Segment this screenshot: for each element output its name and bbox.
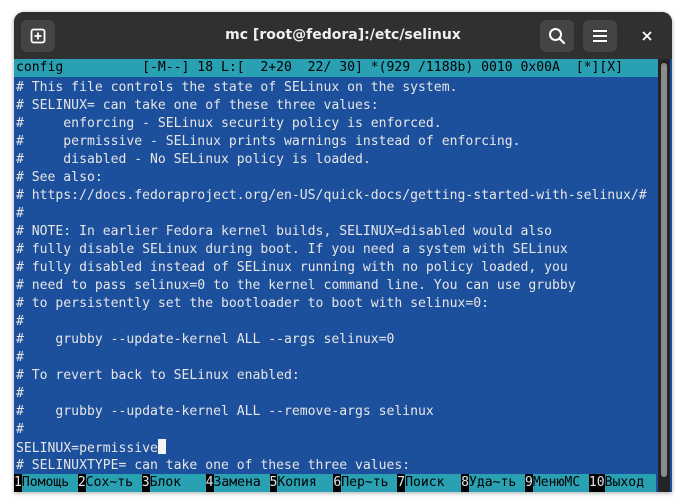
function-key-f6[interactable]: 6 Пер~ть: [333, 474, 398, 492]
hamburger-menu-icon: [593, 30, 607, 42]
function-key-label: МенюMC: [532, 474, 589, 492]
function-key-f4[interactable]: 4 Замена: [205, 474, 270, 492]
function-key-f5[interactable]: 5 Копия: [269, 474, 334, 492]
editor-line-text: # disabled - No SELinux policy is loaded…: [16, 152, 371, 167]
editor-line-text: # fully disabled instead of SELinux runn…: [16, 260, 568, 275]
editor-line-text: # https://docs.fedoraproject.org/en-US/q…: [16, 188, 647, 203]
editor-line-text: #: [16, 386, 24, 401]
editor-line: # grubby --update-kernel ALL --args seli…: [16, 331, 656, 349]
editor-line-text: # This file controls the state of SELinu…: [16, 80, 458, 95]
function-key-f3[interactable]: 3 Блок: [141, 474, 206, 492]
new-tab-icon: [30, 28, 46, 44]
function-key-f7[interactable]: 7 Поиск: [397, 474, 462, 492]
editor-line: #: [16, 313, 656, 331]
function-key-number: 6: [333, 474, 342, 492]
editor-line: # To revert back to SELinux enabled:: [16, 367, 656, 385]
editor-line: # SELINUX= can take one of these three v…: [16, 97, 656, 115]
editor-line: #: [16, 205, 656, 223]
search-icon: [549, 28, 566, 45]
editor-line-text: # enforcing - SELinux security policy is…: [16, 116, 442, 131]
editor-line-text: #: [16, 206, 24, 221]
text-cursor: [157, 439, 166, 454]
function-key-f2[interactable]: 2 Сох~ть: [77, 474, 142, 492]
editor-line-text: # permissive - SELinux prints warnings i…: [16, 134, 521, 149]
scrollbar[interactable]: [658, 59, 670, 492]
editor-line-text: # need to pass selinux=0 to the kernel c…: [16, 278, 576, 293]
scrollbar-thumb[interactable]: [661, 63, 667, 477]
terminal-window: mc [root@fedora]:/etc/selinux config [-M…: [14, 12, 672, 492]
function-key-label: Выход: [604, 474, 656, 492]
window-title: mc [root@fedora]:/etc/selinux: [225, 27, 461, 43]
function-key-f8[interactable]: 8 Уда~ть: [461, 474, 525, 492]
title-bar: mc [root@fedora]:/etc/selinux: [14, 12, 672, 59]
function-key-label: Копия: [277, 474, 334, 492]
function-key-number: 2: [77, 474, 86, 492]
function-key-number: 5: [269, 474, 278, 492]
editor-line-text: # fully disable SELinux during boot. If …: [16, 242, 568, 257]
editor-line-text: # See also:: [16, 170, 103, 185]
search-button[interactable]: [540, 20, 574, 52]
editor-line: #: [16, 421, 656, 439]
editor-line: # NOTE: In earlier Fedora kernel builds,…: [16, 223, 656, 241]
close-icon: [642, 31, 652, 41]
menu-button[interactable]: [583, 20, 617, 52]
function-key-label: Сох~ть: [85, 474, 142, 492]
editor-line: # fully disable SELinux during boot. If …: [16, 241, 656, 259]
new-tab-button[interactable]: [21, 20, 55, 52]
editor-line: # SELINUXTYPE= can take one of these thr…: [16, 457, 656, 475]
editor-line: #: [16, 385, 656, 403]
function-key-number: 1: [14, 474, 22, 492]
editor-line-text: # grubby --update-kernel ALL --args seli…: [16, 332, 395, 347]
editor-line-text: # grubby --update-kernel ALL --remove-ar…: [16, 404, 434, 419]
function-key-f9[interactable]: 9 МенюMC: [525, 474, 589, 492]
editor-line-text: # SELINUXTYPE= can take one of these thr…: [16, 458, 411, 473]
terminal-area[interactable]: config [-M--] 18 L:[ 2+20 22/ 30] *(929 …: [14, 59, 672, 492]
editor-line: # fully disabled instead of SELinux runn…: [16, 259, 656, 277]
function-key-number: 8: [461, 474, 470, 492]
editor-line-text: # SELINUX= can take one of these three v…: [16, 98, 379, 113]
editor-line-text: #: [16, 314, 24, 329]
function-key-number: 4: [205, 474, 214, 492]
function-key-label: Замена: [213, 474, 270, 492]
function-key-label: Уда~ть: [469, 474, 525, 492]
close-button[interactable]: [634, 23, 660, 49]
editor-line-text: # to persistently set the bootloader to …: [16, 296, 489, 311]
function-key-label: Поиск: [405, 474, 462, 492]
function-key-number: 10: [588, 474, 605, 492]
editor-line: # permissive - SELinux prints warnings i…: [16, 133, 656, 151]
function-key-label: Пер~ть: [341, 474, 398, 492]
editor-line-text: #: [16, 422, 24, 437]
editor-text-area[interactable]: # This file controls the state of SELinu…: [16, 79, 656, 475]
editor-line: # grubby --update-kernel ALL --remove-ar…: [16, 403, 656, 421]
editor-line-text: # NOTE: In earlier Fedora kernel builds,…: [16, 224, 553, 239]
editor-line: # See also:: [16, 169, 656, 187]
editor-line: # This file controls the state of SELinu…: [16, 79, 656, 97]
function-key-number: 3: [141, 474, 150, 492]
function-key-f10[interactable]: 10 Выход: [588, 474, 656, 492]
editor-status-line: config [-M--] 18 L:[ 2+20 22/ 30] *(929 …: [14, 59, 658, 77]
editor-line: # need to pass selinux=0 to the kernel c…: [16, 277, 656, 295]
function-key-f1[interactable]: 1 Помощь: [14, 474, 78, 492]
editor-line: # disabled - No SELinux policy is loaded…: [16, 151, 656, 169]
function-key-number: 7: [397, 474, 406, 492]
function-key-label: Блок: [149, 474, 206, 492]
editor-line-text: #: [16, 350, 24, 365]
editor-line-text: SELINUX=permissive: [16, 441, 158, 456]
function-key-number: 9: [525, 474, 533, 492]
function-key-label: Помощь: [21, 474, 78, 492]
editor-line: # enforcing - SELinux security policy is…: [16, 115, 656, 133]
editor-line: SELINUX=permissive: [16, 439, 656, 457]
editor-line: # https://docs.fedoraproject.org/en-US/q…: [16, 187, 656, 205]
editor-line: # to persistently set the bootloader to …: [16, 295, 656, 313]
editor-line-text: # To revert back to SELinux enabled:: [16, 368, 300, 383]
function-key-bar: 1 Помощь 2 Сох~ть 3 Блок 4 Замена 5 Копия 6 Пер~ть 7…: [14, 474, 656, 492]
editor-line: #: [16, 349, 656, 367]
